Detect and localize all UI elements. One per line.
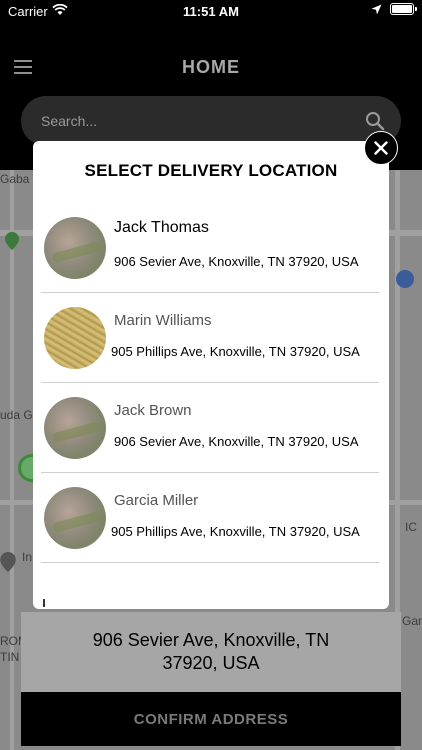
avatar [44, 217, 106, 279]
location-name: Jack Thomas [114, 219, 209, 236]
close-icon [374, 141, 388, 155]
search-input[interactable] [41, 96, 341, 146]
selected-address: 906 Sevier Ave, Knoxville, TN 37920, USA [92, 630, 330, 673]
avatar [44, 487, 106, 549]
location-list: Jack Thomas 906 Sevier Ave, Knoxville, T… [41, 203, 379, 563]
location-name: Jack Brown [114, 402, 192, 419]
status-time: 11:51 AM [183, 4, 239, 19]
location-name: Garcia Miller [114, 492, 199, 509]
location-address: 905 Phillips Ave, Knoxville, TN 37920, U… [111, 524, 360, 539]
avatar [44, 397, 106, 459]
modal-title: SELECT DELIVERY LOCATION [84, 161, 338, 180]
search-icon[interactable] [365, 111, 385, 131]
map-label: IC [405, 520, 417, 534]
location-item[interactable]: Jack Thomas 906 Sevier Ave, Knoxville, T… [41, 203, 379, 293]
map-label: Gard [402, 614, 422, 628]
map-label: TIN [0, 650, 20, 664]
location-address: 906 Sevier Ave, Knoxville, TN 37920, USA [114, 254, 359, 269]
scroll-indicator [43, 599, 45, 607]
location-name: Marin Williams [114, 312, 212, 329]
battery-icon [390, 3, 417, 15]
avatar [44, 307, 106, 369]
confirm-address-button[interactable]: CONFIRM ADDRESS [21, 692, 401, 746]
search-bar [21, 96, 401, 146]
location-address: 905 Phillips Ave, Knoxville, TN 37920, U… [111, 344, 360, 359]
close-modal-button[interactable] [364, 131, 398, 165]
selected-address-panel: 906 Sevier Ave, Knoxville, TN 37920, USA [21, 612, 401, 692]
map-pin-icon [0, 552, 16, 572]
status-bar: Carrier 11:51 AM [0, 0, 422, 22]
park-pin-icon [5, 232, 19, 250]
select-location-modal: SELECT DELIVERY LOCATION Jack Thomas 906… [33, 141, 389, 609]
page-title: HOME [182, 57, 240, 77]
map-label: In [22, 550, 33, 564]
location-item[interactable]: Jack Brown 906 Sevier Ave, Knoxville, TN… [41, 383, 379, 473]
location-arrow-icon [371, 4, 382, 14]
location-item[interactable]: Garcia Miller 905 Phillips Ave, Knoxvill… [41, 473, 379, 563]
location-address: 906 Sevier Ave, Knoxville, TN 37920, USA [114, 434, 359, 449]
location-item[interactable]: Marin Williams 905 Phillips Ave, Knoxvil… [41, 293, 379, 383]
map-poi-icon [396, 270, 414, 288]
